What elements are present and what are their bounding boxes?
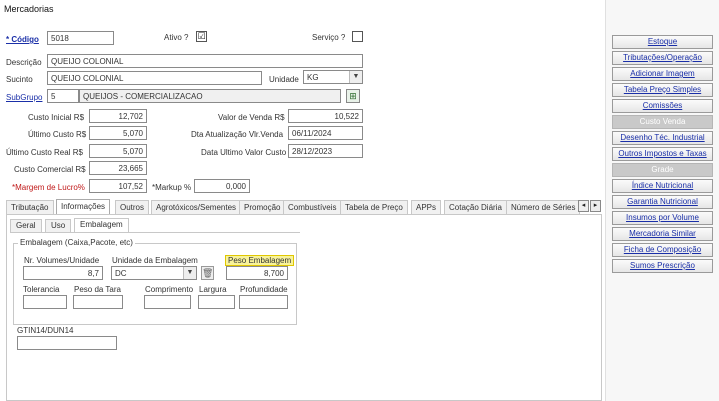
largura-label: Largura [199,285,227,294]
tab-cotacao-diaria[interactable]: Cotação Diária [444,200,507,214]
tab-scroll-left-icon[interactable]: ◂ [578,200,589,212]
tab-agrotoxicos[interactable]: Agrotóxicos/Sementes [151,200,242,214]
adicionar-imagem-button[interactable]: Adicionar Imagem [612,67,713,81]
unidade-embalagem-value: DC [115,269,127,278]
window-title: Mercadorias [4,4,54,14]
tabela-preco-simples-button[interactable]: Tabela Preço Simples [612,83,713,97]
grade-button: Grade [612,163,713,177]
comprimento-input[interactable] [144,295,191,309]
tab-promocao[interactable]: Promoção [239,200,286,214]
servico-label: Serviço ? [312,33,346,42]
ultimo-custo-input[interactable]: 5,070 [89,126,147,140]
tab-scroll-right-icon[interactable]: ▸ [590,200,601,212]
dt-ultimo-custo-input[interactable]: 28/12/2023 [288,144,363,158]
subtab-geral[interactable]: Geral [10,219,42,232]
markup-input[interactable]: 0,000 [194,179,250,193]
tab-outros[interactable]: Outros [115,200,150,214]
tab-tributacao[interactable]: Tributação [6,200,54,214]
tab-combustiveis[interactable]: Combustíveis [283,200,342,214]
ultimo-custo-real-input[interactable]: 5,070 [89,144,147,158]
tab-apps[interactable]: APPs [411,200,442,214]
ultimo-custo-label: Último Custo R$ [28,130,87,139]
trash-icon[interactable]: 🗑 [201,266,214,280]
dt-atualizacao-input[interactable]: 06/11/2024 [288,126,363,140]
dt-atualizacao-label: Dta Atualização Vlr.Venda [191,130,284,139]
subtab-embalagem[interactable]: Embalagem [74,218,129,232]
ultimo-custo-real-label: Último Custo Real R$ [6,148,83,157]
ativo-label: Ativo ? [164,33,189,42]
insumos-volume-button[interactable]: Insumos por Volume [612,211,713,225]
peso-tara-label: Peso da Tara [74,285,121,294]
subgrupo-name-field: QUEIJOS - COMERCIALIZACAO [79,89,341,103]
nr-volumes-label: Nr. Volumes/Unidade [24,256,100,265]
peso-tara-input[interactable] [73,295,123,309]
peso-embalagem-input[interactable]: 8,700 [226,266,288,280]
embalagem-group-title: Embalagem (Caixa,Pacote, etc) [18,238,135,247]
subgrupo-label[interactable]: SubGrupo [6,93,42,102]
unidade-select[interactable]: KG ▼ [303,70,363,84]
unidade-value: KG [307,73,319,82]
tributacoes-operacao-button[interactable]: Tributações/Operação [612,51,713,65]
nr-volumes-input[interactable]: 8,7 [23,266,103,280]
subtab-divider [10,232,300,233]
profundidade-label: Profundidade [240,285,288,294]
custo-inicial-label: Custo Inicial R$ [28,113,85,122]
margem-label: *Margem de Lucro% [12,183,85,192]
main-tabbar: Tributação Informações Outros Agrotóxico… [6,199,602,215]
subgrupo-code-input[interactable]: 5 [47,89,79,103]
indice-nutricional-button[interactable]: Índice Nutricional [612,179,713,193]
search-subgrupo-icon[interactable]: ⊞ [346,89,360,103]
chevron-down-icon[interactable]: ▼ [349,71,362,83]
valor-venda-input[interactable]: 10,522 [288,109,363,123]
custo-comercial-input[interactable]: 23,665 [89,161,147,175]
gtin-input[interactable] [17,336,117,350]
descricao-label: Descrição [6,58,42,67]
custo-inicial-input[interactable]: 12,702 [89,109,147,123]
margem-input[interactable]: 107,52 [89,179,147,193]
sumos-prescricao-button[interactable]: Sumos Prescrição [612,259,713,273]
custo-comercial-label: Custo Comercial R$ [14,165,86,174]
sucinto-input[interactable]: QUEIJO COLONIAL [47,71,262,85]
mercadoria-similar-button[interactable]: Mercadoria Similar [612,227,713,241]
unidade-embalagem-label: Unidade da Embalagem [112,256,198,265]
sucinto-label: Sucinto [6,75,33,84]
ativo-checkbox[interactable]: ☑ [196,31,207,42]
tolerancia-label: Tolerancia [23,285,60,294]
tab-informacoes[interactable]: Informações [56,199,111,215]
markup-label: *Markup % [152,183,192,192]
garantia-nutricional-button[interactable]: Garantia Nutricional [612,195,713,209]
chevron-down-icon[interactable]: ▼ [183,267,196,279]
unidade-label: Unidade [269,75,299,84]
desenho-tecnico-button[interactable]: Desenho Téc. Industrial [612,131,713,145]
subtab-uso[interactable]: Uso [45,219,72,232]
descricao-input[interactable]: QUEIJO COLONIAL [47,54,363,68]
informacoes-panel: Geral Uso Embalagem Embalagem (Caixa,Pac… [6,214,602,401]
tab-tabela-preco[interactable]: Tabela de Preço [340,200,408,214]
ficha-composicao-button[interactable]: Ficha de Composição [612,243,713,257]
tolerancia-input[interactable] [23,295,67,309]
gtin-label: GTIN14/DUN14 [17,326,74,335]
tab-numero-series[interactable]: Número de Séries [506,200,581,214]
peso-embalagem-label: Peso Embalagem [225,255,295,266]
estoque-button[interactable]: Estoque [612,35,713,49]
dt-ultimo-custo-label: Data Ultimo Valor Custo [201,148,287,157]
custo-venda-button: Custo Venda [612,115,713,129]
comprimento-label: Comprimento [145,285,194,294]
embalagem-group: Embalagem (Caixa,Pacote, etc) Nr. Volume… [13,238,297,325]
servico-checkbox[interactable] [352,31,363,42]
outros-impostos-button[interactable]: Outros Impostos e Taxas [612,147,713,161]
unidade-embalagem-select[interactable]: DC ▼ [111,266,197,280]
largura-input[interactable] [198,295,235,309]
codigo-input[interactable]: 5018 [47,31,114,45]
comissoes-button[interactable]: Comissões [612,99,713,113]
profundidade-input[interactable] [239,295,288,309]
valor-venda-label: Valor de Venda R$ [218,113,285,122]
codigo-label[interactable]: * Código [6,35,39,44]
right-actions-panel: Estoque Tributações/Operação Adicionar I… [605,0,719,401]
